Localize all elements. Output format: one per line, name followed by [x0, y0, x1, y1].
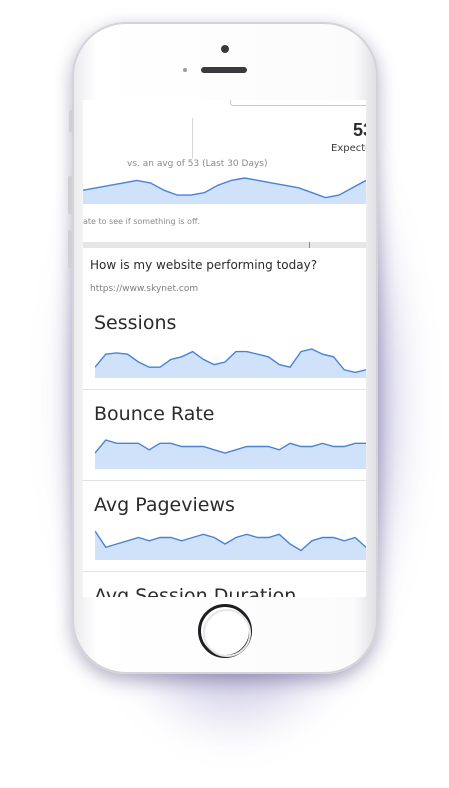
device-showcase: 53 Expected vs. an avg of 53 (Last 30 Da…	[0, 0, 449, 788]
summary-sparkline	[83, 177, 366, 204]
volume-up-button	[68, 176, 72, 214]
sparkline-area	[95, 531, 366, 560]
scroll-marker	[309, 242, 310, 248]
hint-text: ate to see if something is off.	[83, 217, 200, 226]
metric-title: Avg Pageviews	[94, 494, 235, 516]
sessions-sparkline	[95, 348, 366, 378]
metric-card-bounce-rate[interactable]: Bounce Rate	[83, 391, 366, 481]
date-range-input[interactable]	[230, 100, 366, 106]
metric-title: Avg Session Duration	[94, 585, 297, 597]
metric-card-avg-session-duration[interactable]: Avg Session Duration	[83, 573, 366, 597]
sensor-icon	[183, 68, 187, 72]
expected-value: 53	[353, 120, 366, 140]
volume-down-button	[68, 230, 72, 268]
bounce-rate-sparkline	[95, 439, 366, 469]
expected-label: Expected	[331, 143, 366, 154]
phone-screen[interactable]: 53 Expected vs. an avg of 53 (Last 30 Da…	[83, 100, 366, 597]
metric-card-avg-pageviews[interactable]: Avg Pageviews	[83, 482, 366, 572]
site-url[interactable]: https://www.skynet.com	[90, 284, 198, 294]
avg-pageviews-sparkline	[95, 530, 366, 560]
metric-title: Sessions	[94, 312, 177, 334]
scroll-track[interactable]	[83, 242, 366, 248]
mute-switch	[69, 110, 73, 132]
page-question: How is my website performing today?	[90, 258, 318, 272]
metric-title: Bounce Rate	[94, 403, 215, 425]
speaker-icon	[201, 67, 247, 73]
sparkline-area	[95, 349, 366, 378]
average-comparison: vs. an avg of 53 (Last 30 Days)	[127, 159, 268, 169]
stat-divider	[192, 118, 193, 158]
camera-icon	[221, 45, 229, 53]
metric-card-sessions[interactable]: Sessions	[83, 300, 366, 390]
home-button-icon[interactable]	[198, 604, 252, 658]
